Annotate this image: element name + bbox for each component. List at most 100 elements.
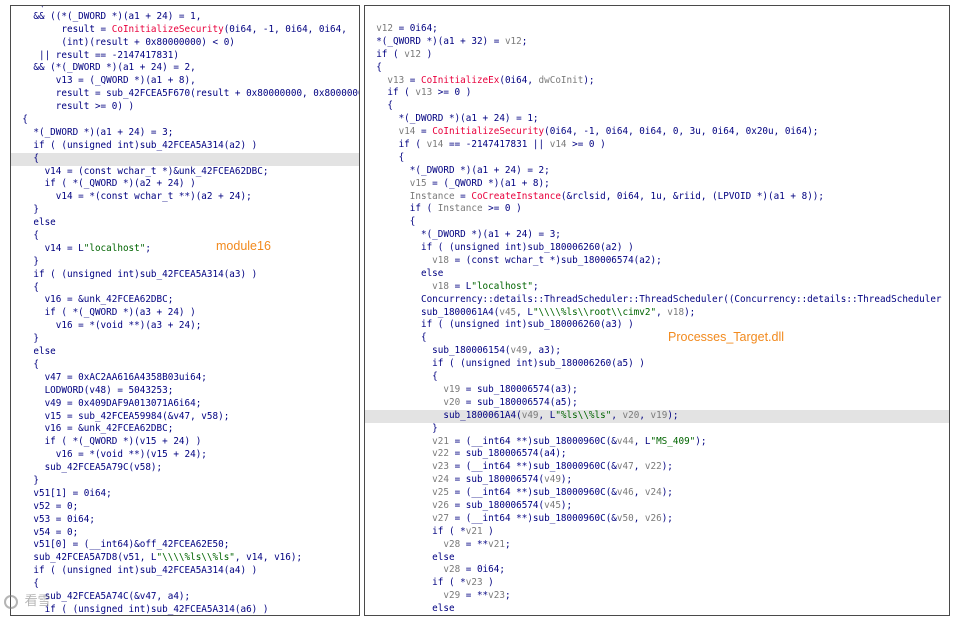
code-line[interactable]: sub_180006154(v49, a3); (365, 345, 949, 358)
code-line[interactable]: if ( *(_QWORD *)(v15 + 24) ) (11, 436, 359, 449)
code-line[interactable]: { (365, 62, 949, 75)
code-line[interactable]: v23 = (__int64 **)sub_18000960C(&v47, v2… (365, 461, 949, 474)
code-line[interactable]: v54 = 0; (11, 527, 359, 540)
code-line[interactable]: sub_1800061A4(v45, L"\\\\%ls\\root\\cimv… (365, 307, 949, 320)
code-line[interactable]: if ( *(_QWORD *)(a2 + 24) ) (11, 178, 359, 191)
code-line[interactable]: || result == -2147417831) (11, 50, 359, 63)
code-line[interactable]: (int)(result + 0x80000000) < 0) (11, 37, 359, 50)
code-line[interactable]: else (365, 603, 949, 615)
code-line[interactable]: LODWORD(v48) = 5043253; (11, 385, 359, 398)
code-line[interactable]: v26 = sub_180006574(v45); (365, 500, 949, 513)
code-line[interactable]: result = sub_42FCEA5F670(result + 0x8000… (11, 88, 359, 101)
code-line[interactable]: v24 = sub_180006574(v49); (365, 474, 949, 487)
code-line[interactable]: if ( (unsigned int)sub_180006260(a5) ) (365, 358, 949, 371)
code-token: else (11, 346, 56, 358)
code-line[interactable]: else (365, 268, 949, 281)
code-line[interactable]: v49 = 0x409DAF9A013071A6i64; (11, 398, 359, 411)
code-line[interactable]: else (365, 552, 949, 565)
code-line[interactable]: if ( v13 >= 0 ) (365, 87, 949, 100)
code-line[interactable]: if ( (unsigned int)sub_42FCEA5A314(a4) ) (11, 565, 359, 578)
code-line[interactable]: v15 = sub_42FCEA59984(&v47, v58); (11, 411, 359, 424)
code-line[interactable]: v53 = 0i64; (11, 514, 359, 527)
code-view-left[interactable]: if ( result >= 0 && ((*(_DWORD *)(a1 + 2… (11, 6, 359, 615)
code-line[interactable]: } (365, 423, 949, 436)
code-line[interactable]: if ( (unsigned int)sub_42FCEA5A314(a3) ) (11, 269, 359, 282)
code-line[interactable]: { (365, 152, 949, 165)
code-line[interactable]: v20 = sub_180006574(a5); (365, 397, 949, 410)
code-line[interactable]: if ( v12 ) (365, 49, 949, 62)
code-line[interactable]: v28 = **v21; (365, 539, 949, 552)
decompiler-pane-left[interactable]: if ( result >= 0 && ((*(_DWORD *)(a1 + 2… (10, 5, 360, 616)
code-line[interactable]: v21 = (__int64 **)sub_18000960C(&v44, L"… (365, 436, 949, 449)
code-line[interactable]: { (365, 216, 949, 229)
code-line[interactable]: sub_42FCEA5A79C(v58); (11, 462, 359, 475)
code-line[interactable]: v19 = sub_180006574(a3); (365, 384, 949, 397)
code-line[interactable]: *(_QWORD *)(a1 + 32) = v12; (365, 36, 949, 49)
code-line[interactable]: v16 = &unk_42FCEA62DBC; (11, 294, 359, 307)
code-line[interactable]: } (11, 256, 359, 269)
code-line[interactable]: { (11, 230, 359, 243)
code-line[interactable]: *(_DWORD *)(a1 + 24) = 3; (11, 127, 359, 140)
code-line-highlighted[interactable]: sub_1800061A4(v49, L"%ls\\%ls", v20, v19… (365, 409, 949, 423)
code-line[interactable]: v13 = (_QWORD *)(a1 + 8), (11, 75, 359, 88)
code-line[interactable]: v16 = *(void **)(v15 + 24); (11, 449, 359, 462)
code-line[interactable]: { (365, 332, 949, 345)
code-line[interactable]: v28 = 0i64; (365, 564, 949, 577)
code-line[interactable]: v15 = (_QWORD *)(a1 + 8); (365, 178, 949, 191)
code-line[interactable]: v25 = (__int64 **)sub_18000960C(&v46, v2… (365, 487, 949, 500)
decompiler-pane-right[interactable]: v12 = 0i64; *(_QWORD *)(a1 + 32) = v12; … (364, 5, 950, 616)
code-line[interactable]: v18 = L"localhost"; (365, 281, 949, 294)
code-line[interactable]: v51[1] = 0i64; (11, 488, 359, 501)
code-line-highlighted[interactable]: { (11, 152, 359, 166)
code-line[interactable]: } (11, 333, 359, 346)
code-line[interactable]: v14 = *(const wchar_t **)(a2 + 24); (11, 191, 359, 204)
code-line[interactable]: if ( (unsigned int)sub_42FCEA5A314(a6) ) (11, 604, 359, 615)
code-line[interactable]: else (11, 217, 359, 230)
code-line[interactable]: { (11, 282, 359, 295)
code-token: if ( (365, 87, 416, 99)
code-line[interactable]: { (365, 371, 949, 384)
code-view-right[interactable]: v12 = 0i64; *(_QWORD *)(a1 + 32) = v12; … (365, 23, 949, 615)
code-line[interactable]: *(_DWORD *)(a1 + 24) = 3; (365, 229, 949, 242)
code-token: , L (633, 435, 651, 447)
code-line[interactable]: *(_DWORD *)(a1 + 24) = 1; (365, 113, 949, 126)
code-line[interactable]: && (*(_DWORD *)(a1 + 24) = 2, (11, 62, 359, 75)
code-line[interactable]: { (11, 114, 359, 127)
code-line[interactable]: v29 = **v23; (365, 590, 949, 603)
code-line[interactable]: && ((*(_DWORD *)(a1 + 24) = 1, (11, 11, 359, 24)
code-line[interactable]: result = CoInitializeSecurity(0i64, -1, … (11, 24, 359, 37)
code-line[interactable]: v13 = CoInitializeEx(0i64, dwCoInit); (365, 75, 949, 88)
code-line[interactable]: } (11, 204, 359, 217)
code-line[interactable]: Instance = CoCreateInstance(&rclsid, 0i6… (365, 191, 949, 204)
code-line[interactable]: if ( (unsigned int)sub_180006260(a2) ) (365, 242, 949, 255)
code-line[interactable]: } (11, 475, 359, 488)
code-line[interactable]: Concurrency::details::ThreadScheduler::T… (365, 294, 949, 307)
code-line[interactable]: v12 = 0i64; (365, 23, 949, 36)
code-line[interactable]: if ( (unsigned int)sub_42FCEA5A314(a2) ) (11, 140, 359, 153)
code-line[interactable]: if ( *(_QWORD *)(a3 + 24) ) (11, 307, 359, 320)
code-line[interactable]: v14 = L"localhost"; (11, 243, 359, 256)
code-line[interactable]: *(_DWORD *)(a1 + 24) = 2; (365, 165, 949, 178)
code-line[interactable]: v14 = CoInitializeSecurity(0i64, -1, 0i6… (365, 126, 949, 139)
code-line[interactable]: v18 = (const wchar_t *)sub_180006574(a2)… (365, 255, 949, 268)
code-line[interactable]: v47 = 0xAC2AA616A4358B03ui64; (11, 372, 359, 385)
code-line[interactable]: v16 = &unk_42FCEA62DBC; (11, 423, 359, 436)
code-line[interactable]: v14 = (const wchar_t *)&unk_42FCEA62DBC; (11, 166, 359, 179)
code-line[interactable]: if ( *v23 ) (365, 577, 949, 590)
code-line[interactable]: if ( (unsigned int)sub_180006260(a3) ) (365, 319, 949, 332)
code-line[interactable]: if ( Instance >= 0 ) (365, 203, 949, 216)
code-line[interactable]: if ( *v21 ) (365, 526, 949, 539)
code-line[interactable]: result >= 0) ) (11, 101, 359, 114)
code-line[interactable]: v52 = 0; (11, 501, 359, 514)
code-line[interactable]: v16 = *(void **)(a3 + 24); (11, 320, 359, 333)
code-line[interactable]: else (11, 346, 359, 359)
code-line[interactable]: sub_42FCEA5A74C(&v47, a4); (11, 591, 359, 604)
code-line[interactable]: { (11, 578, 359, 591)
code-line[interactable]: sub_42FCEA5A7D8(v51, L"\\\\%ls\\%ls", v1… (11, 552, 359, 565)
code-line[interactable]: if ( v14 == -2147417831 || v14 >= 0 ) (365, 139, 949, 152)
code-line[interactable]: v51[0] = (__int64)&off_42FCEA62E50; (11, 539, 359, 552)
code-line[interactable]: { (365, 100, 949, 113)
code-line[interactable]: v27 = (__int64 **)sub_18000960C(&v50, v2… (365, 513, 949, 526)
code-line[interactable]: v22 = sub_180006574(a4); (365, 448, 949, 461)
code-line[interactable]: { (11, 359, 359, 372)
